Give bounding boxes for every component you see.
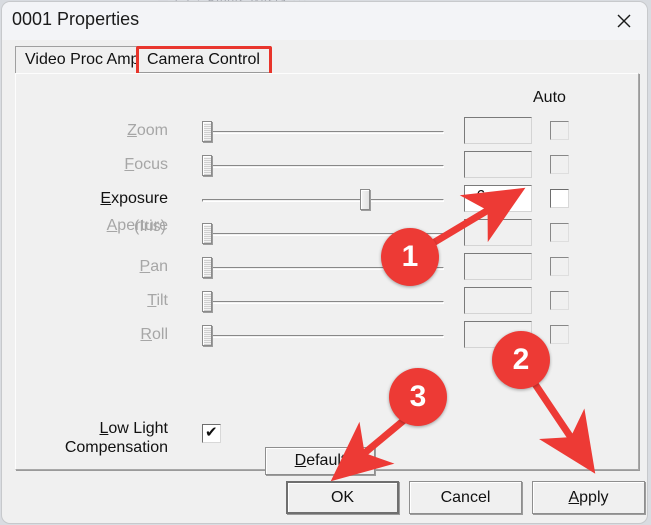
slider-zoom-thumb[interactable] <box>202 121 212 142</box>
slider-tilt-track <box>202 301 444 304</box>
value-field-tilt[interactable] <box>464 287 532 314</box>
annotation-badge-1: 1 <box>381 228 439 286</box>
label-focus-rest: ocus <box>134 156 168 173</box>
slider-exposure[interactable] <box>202 189 444 210</box>
auto-checkbox-zoom[interactable] <box>550 121 569 140</box>
close-button[interactable] <box>601 2 647 40</box>
value-field-pan[interactable] <box>464 253 532 280</box>
tab-video-proc-amp-label: Video Proc Amp <box>25 51 140 68</box>
label-zoom-rest: oom <box>136 122 168 139</box>
slider-focus-thumb[interactable] <box>202 155 212 176</box>
value-field-aperture[interactable] <box>464 219 532 246</box>
slider-focus[interactable] <box>202 155 444 176</box>
apply-button[interactable]: Apply <box>532 481 645 514</box>
label-low-light-compensation: Low Light Compensation <box>16 419 168 457</box>
auto-checkbox-tilt[interactable] <box>550 291 569 310</box>
label-roll: Roll <box>140 326 168 343</box>
slider-tilt-thumb[interactable] <box>202 291 212 312</box>
control-row-focus: Focus <box>16 151 640 180</box>
default-button-label: Default <box>294 452 346 469</box>
control-row-zoom: Zoom <box>16 117 640 146</box>
auto-checkbox-roll[interactable] <box>550 325 569 344</box>
label-tilt-rest: ilt <box>156 292 168 309</box>
value-field-zoom[interactable] <box>464 117 532 144</box>
low-light-compensation-checkbox[interactable]: ✔ <box>202 424 221 443</box>
checkmark-icon: ✔ <box>205 423 218 441</box>
auto-column-header: Auto <box>533 89 566 106</box>
tab-video-proc-amp[interactable]: Video Proc Amp <box>15 46 149 73</box>
camera-control-panel: Auto Zoom Focus Exposure -6 Aperture (Ir… <box>15 73 640 475</box>
tab-camera-control[interactable]: Camera Control <box>137 46 271 73</box>
slider-exposure-thumb[interactable] <box>360 189 370 210</box>
auto-checkbox-pan[interactable] <box>550 257 569 276</box>
slider-roll-thumb[interactable] <box>202 325 212 346</box>
label-focus: Focus <box>124 156 168 173</box>
tab-camera-control-label: Camera Control <box>147 51 260 68</box>
close-icon <box>616 13 632 29</box>
value-field-focus[interactable] <box>464 151 532 178</box>
control-row-aperture: Aperture (Iris) <box>16 217 640 248</box>
slider-roll[interactable] <box>202 325 444 346</box>
label-low-light-line1: Low Light <box>99 420 169 437</box>
value-exposure: -6 <box>471 188 486 205</box>
label-zoom: Zoom <box>127 122 168 139</box>
slider-tilt[interactable] <box>202 291 444 312</box>
ok-button[interactable]: OK <box>286 481 399 514</box>
auto-checkbox-aperture[interactable] <box>550 223 569 242</box>
properties-dialog: 0001 Properties Video Proc Amp Camera Co… <box>2 2 647 523</box>
slider-exposure-track <box>202 199 444 202</box>
label-tilt: Tilt <box>147 292 168 309</box>
page-title: 0001 Properties <box>12 9 140 29</box>
label-exposure-rest: xposure <box>111 190 168 207</box>
auto-checkbox-exposure[interactable] <box>550 189 569 208</box>
slider-zoom-track <box>202 131 444 134</box>
value-field-exposure[interactable]: -6 <box>464 185 532 212</box>
annotation-badge-3: 3 <box>389 368 447 426</box>
label-pan: Pan <box>139 258 168 275</box>
label-pan-rest: an <box>150 258 168 275</box>
label-aperture-iris: (Iris) <box>134 218 166 235</box>
control-row-pan: Pan <box>16 253 640 282</box>
slider-zoom[interactable] <box>202 121 444 142</box>
slider-aperture-thumb[interactable] <box>202 223 212 244</box>
control-row-exposure: Exposure -6 <box>16 185 640 214</box>
apply-button-label: Apply <box>568 488 609 506</box>
ok-button-label: OK <box>330 488 355 506</box>
default-button[interactable]: Default <box>265 447 375 475</box>
label-low-light-line2: Compensation <box>64 439 168 456</box>
cancel-button[interactable]: Cancel <box>409 481 522 514</box>
auto-checkbox-focus[interactable] <box>550 155 569 174</box>
slider-roll-track <box>202 335 444 338</box>
cancel-button-label: Cancel <box>440 488 491 506</box>
label-exposure: Exposure <box>100 190 168 207</box>
label-roll-rest: oll <box>151 326 168 343</box>
dialog-titlebar: 0001 Properties <box>2 2 647 40</box>
annotation-badge-2: 2 <box>492 331 550 389</box>
slider-pan-thumb[interactable] <box>202 257 212 278</box>
slider-focus-track <box>202 165 444 168</box>
control-row-tilt: Tilt <box>16 287 640 316</box>
